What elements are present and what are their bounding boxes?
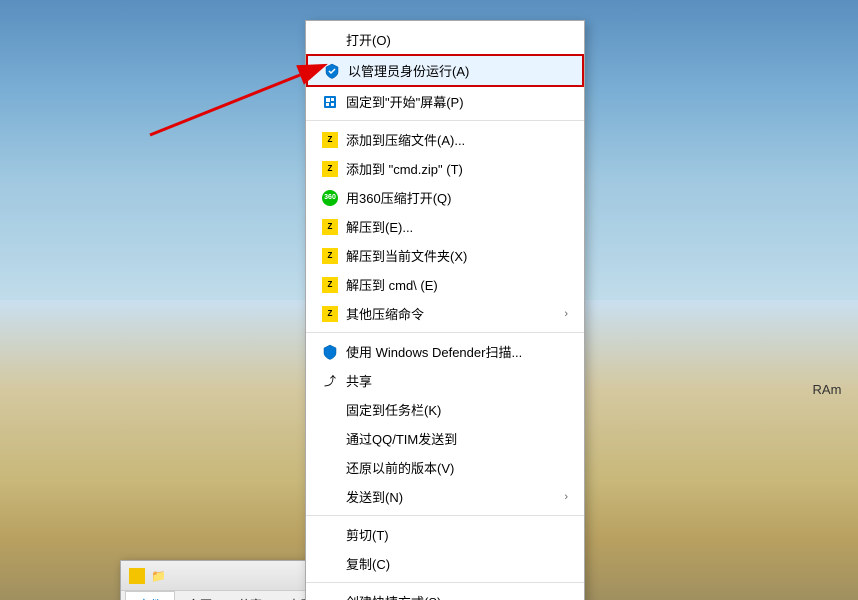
explorer-title: 📁	[151, 569, 166, 583]
zip-icon-3: Z	[322, 219, 338, 235]
menu-item-pin-taskbar[interactable]: 固定到任务栏(K)	[306, 395, 584, 424]
shortcut-icon	[322, 594, 338, 600]
menu-item-add-archive[interactable]: Z 添加到压缩文件(A)...	[306, 125, 584, 154]
ram-label: RAm	[796, 377, 858, 401]
qq-icon	[322, 431, 338, 447]
menu-item-run-as-admin[interactable]: 以管理员身份运行(A)	[306, 54, 584, 87]
menu-item-copy[interactable]: 复制(C)	[306, 549, 584, 578]
cut-icon	[322, 527, 338, 543]
submenu-arrow-2: ›	[564, 491, 568, 503]
menu-item-cut[interactable]: 剪切(T)	[306, 520, 584, 549]
tab-share[interactable]: 共享	[225, 591, 275, 600]
menu-item-360-open[interactable]: 360 用360压缩打开(Q)	[306, 183, 584, 212]
menu-item-create-shortcut[interactable]: 创建快捷方式(S)	[306, 587, 584, 600]
separator-4	[306, 582, 584, 583]
zip-icon-4: Z	[322, 248, 338, 264]
menu-item-restore-version[interactable]: 还原以前的版本(V)	[306, 453, 584, 482]
open-icon	[322, 32, 338, 48]
zip-icon-6: Z	[322, 306, 338, 322]
separator-1	[306, 120, 584, 121]
menu-item-extract-cmd[interactable]: Z 解压到 cmd\ (E)	[306, 270, 584, 299]
menu-item-send-qq[interactable]: 通过QQ/TIM发送到	[306, 424, 584, 453]
menu-item-extract-here[interactable]: Z 解压到当前文件夹(X)	[306, 241, 584, 270]
admin-shield-icon	[324, 63, 340, 79]
restore-icon	[322, 460, 338, 476]
menu-item-add-cmd-zip[interactable]: Z 添加到 "cmd.zip" (T)	[306, 154, 584, 183]
separator-3	[306, 515, 584, 516]
desktop: 📁 ─ □ ✕ 文件 主页 共享 查看 📌 固定到快速访问	[0, 0, 858, 600]
context-menu: 打开(O) 以管理员身份运行(A) 固定到"	[305, 20, 585, 600]
menu-item-open-header[interactable]: 打开(O)	[306, 25, 584, 54]
menu-item-other-compress[interactable]: Z 其他压缩命令 ›	[306, 299, 584, 328]
sendto-icon	[322, 489, 338, 505]
tab-file[interactable]: 文件	[125, 591, 175, 600]
menu-item-share[interactable]: ⤴ 共享	[306, 366, 584, 395]
zip-icon-2: Z	[322, 161, 338, 177]
menu-item-extract-to[interactable]: Z 解压到(E)...	[306, 212, 584, 241]
pin-start-icon	[322, 94, 338, 110]
zip-icon-1: Z	[322, 132, 338, 148]
menu-item-pin-start[interactable]: 固定到"开始"屏幕(P)	[306, 87, 584, 116]
zip-icon-5: Z	[322, 277, 338, 293]
separator-2	[306, 332, 584, 333]
menu-item-send-to[interactable]: 发送到(N) ›	[306, 482, 584, 511]
tab-home[interactable]: 主页	[175, 591, 225, 600]
icon-360: 360	[322, 190, 338, 206]
copy-icon	[322, 556, 338, 572]
defender-icon	[322, 344, 338, 360]
folder-title-icon	[129, 568, 145, 584]
taskbar-icon	[322, 402, 338, 418]
share-icon: ⤴	[322, 373, 338, 389]
submenu-arrow-1: ›	[564, 308, 568, 320]
menu-item-windows-defender[interactable]: 使用 Windows Defender扫描...	[306, 337, 584, 366]
